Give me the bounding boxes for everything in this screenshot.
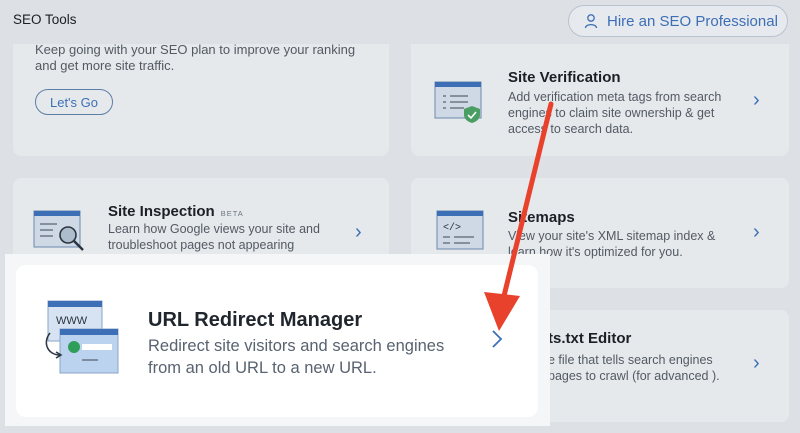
annotation-arrow (484, 101, 554, 331)
